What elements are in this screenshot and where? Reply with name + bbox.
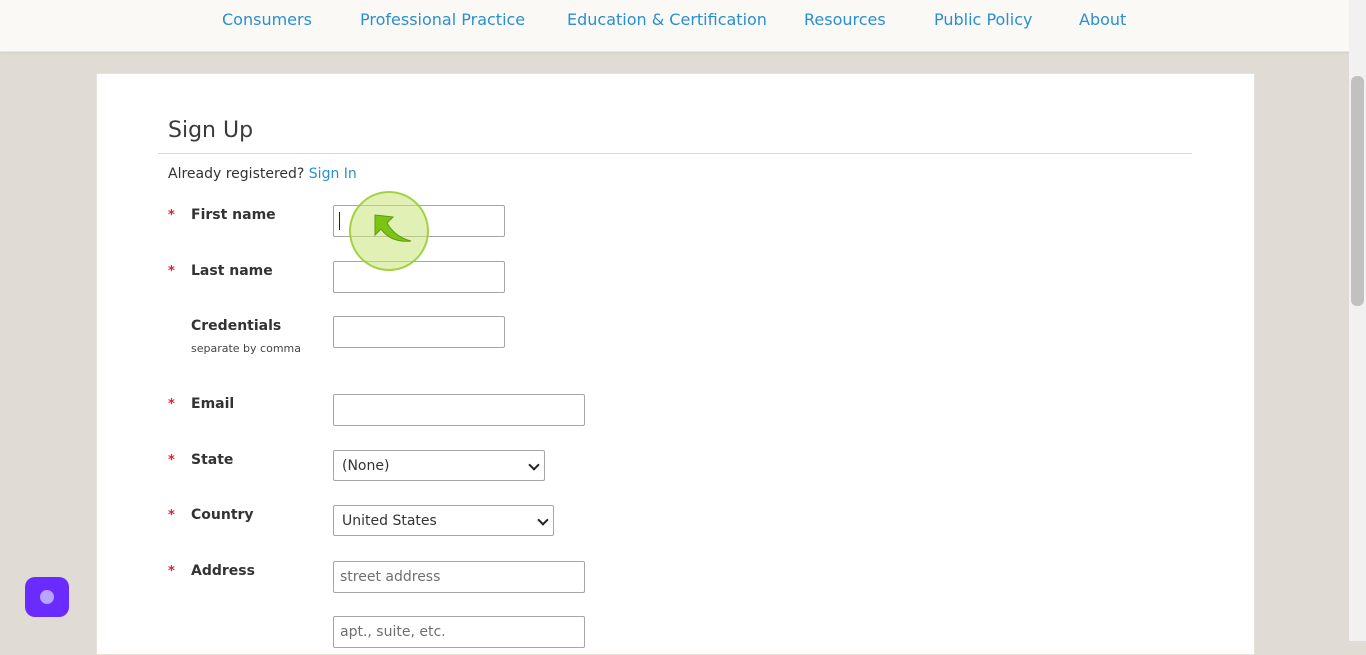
state-label: State [191, 452, 234, 468]
click-cursor-icon [349, 191, 429, 271]
required-marker: * [168, 208, 175, 223]
page-title: Sign Up [168, 118, 254, 143]
country-select[interactable]: United States [333, 505, 554, 536]
chevron-down-icon [537, 514, 549, 526]
chat-bubble-icon[interactable] [25, 577, 69, 617]
already-registered-text: Already registered? Sign In [168, 166, 357, 182]
credentials-field[interactable] [333, 316, 505, 348]
nav-professional-practice[interactable]: Professional Practice [360, 10, 525, 29]
state-select[interactable]: (None) [333, 450, 545, 481]
required-marker: * [168, 264, 175, 279]
nav-about[interactable]: About [1079, 10, 1126, 29]
required-marker: * [168, 564, 175, 579]
address-line2-field[interactable] [333, 616, 585, 648]
credentials-label: Credentials [191, 318, 282, 334]
credentials-hint: separate by comma [191, 342, 301, 355]
last-name-label: Last name [191, 263, 273, 279]
sign-in-link[interactable]: Sign In [309, 166, 357, 182]
scrollbar-thumb[interactable] [1351, 76, 1364, 306]
country-selected-value: United States [342, 512, 437, 529]
first-name-label: First name [191, 207, 276, 223]
address-line1-field[interactable] [333, 561, 585, 593]
nav-education-certification[interactable]: Education & Certification [567, 10, 767, 29]
email-field[interactable] [333, 394, 585, 426]
signup-card [96, 73, 1255, 655]
page-scrollbar[interactable] [1349, 0, 1366, 641]
nav-consumers[interactable]: Consumers [222, 10, 312, 29]
chevron-down-icon [528, 459, 540, 471]
text-caret [339, 212, 340, 230]
already-registered-label: Already registered? [168, 166, 305, 182]
address-label: Address [191, 563, 255, 579]
nav-public-policy[interactable]: Public Policy [934, 10, 1032, 29]
required-marker: * [168, 397, 175, 412]
chat-dot [40, 590, 54, 604]
country-label: Country [191, 507, 254, 523]
top-navigation: Consumers Professional Practice Educatio… [0, 0, 1366, 52]
nav-resources[interactable]: Resources [804, 10, 886, 29]
state-selected-value: (None) [342, 457, 390, 474]
title-divider [158, 153, 1192, 154]
required-marker: * [168, 508, 175, 523]
email-label: Email [191, 396, 235, 412]
required-marker: * [168, 453, 175, 468]
